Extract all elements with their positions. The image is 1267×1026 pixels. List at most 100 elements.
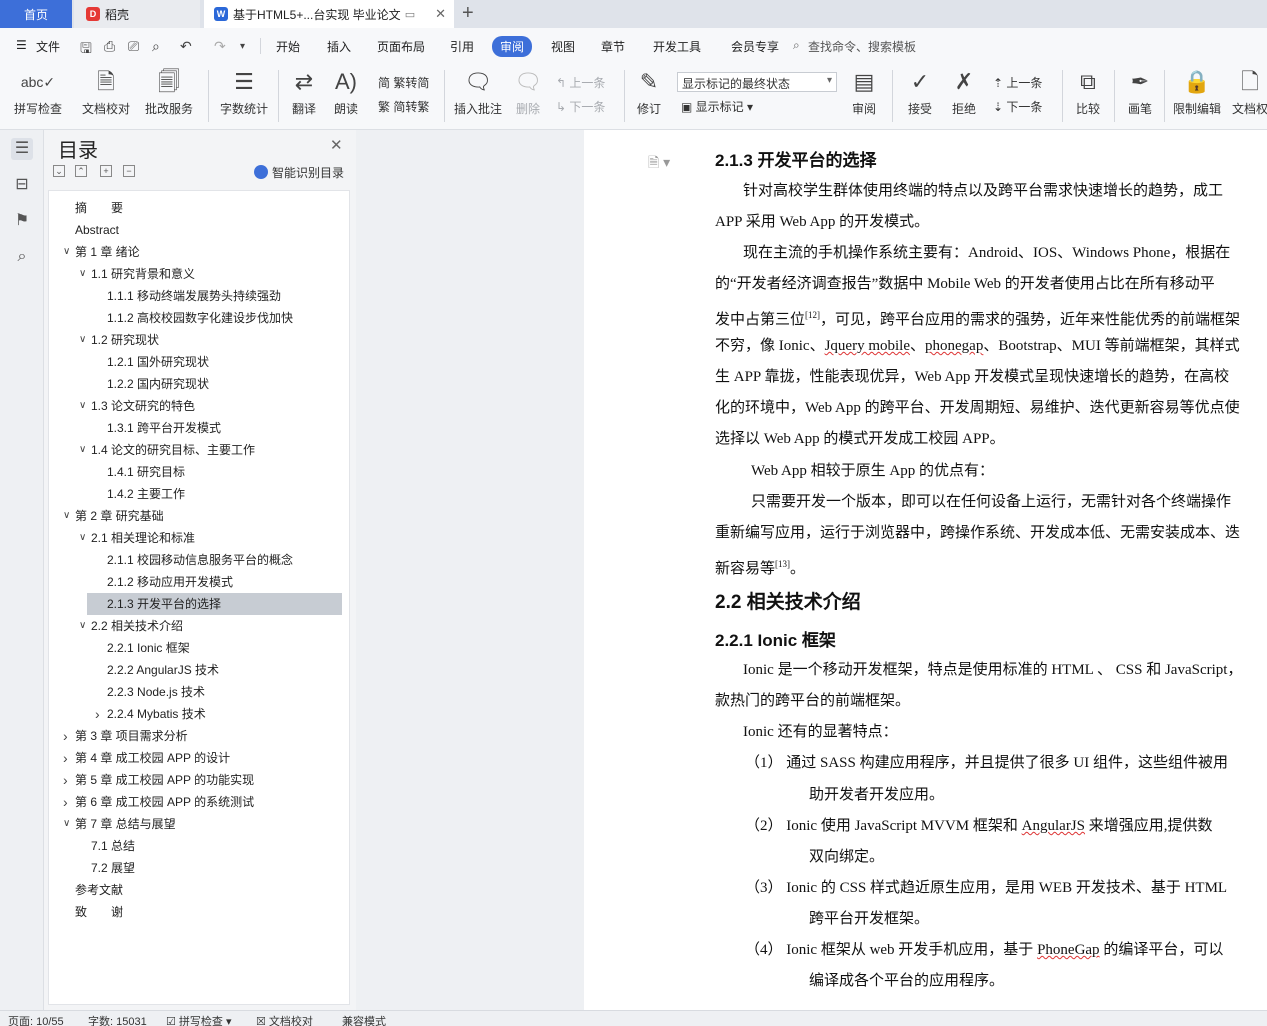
- tab-document[interactable]: W 基于HTML5+...台实现 毕业论文 ▭ ✕: [204, 0, 454, 28]
- translate-button[interactable]: ⇄ 翻译: [286, 68, 322, 117]
- toc-item[interactable]: ∨ 1.3 论文研究的特色: [49, 395, 349, 417]
- toc-item[interactable]: Abstract: [49, 219, 349, 241]
- toc-item[interactable]: 致 谢: [49, 901, 349, 923]
- bookmark-icon[interactable]: ⚑: [11, 210, 33, 232]
- toc-item[interactable]: ∨ 第 2 章 研究基础: [49, 505, 349, 527]
- chevron-down-icon[interactable]: ∨: [63, 813, 70, 835]
- toc-item[interactable]: › 第 6 章 成工校园 APP 的系统测试: [49, 791, 349, 813]
- trad-to-simp-button[interactable]: 简 繁转简: [378, 74, 429, 91]
- chevron-down-icon[interactable]: ∨: [79, 329, 86, 351]
- collapse-all-icon[interactable]: ⌄: [53, 165, 65, 177]
- insert-comment-button[interactable]: 🗨 插入批注: [452, 68, 504, 117]
- remove-level-icon[interactable]: −: [123, 165, 135, 177]
- add-level-icon[interactable]: +: [100, 165, 112, 177]
- toc-item[interactable]: 参考文献: [49, 879, 349, 901]
- chapter-icon[interactable]: ⊟: [11, 174, 33, 196]
- menu-dev-tools[interactable]: 开发工具: [653, 38, 701, 55]
- pen-button[interactable]: ✒ 画笔: [1122, 68, 1158, 117]
- compare-button[interactable]: ⧉ 比较: [1068, 68, 1108, 117]
- chevron-right-icon[interactable]: ›: [63, 747, 68, 769]
- tab-home[interactable]: 首页: [0, 0, 72, 28]
- toc-item[interactable]: ∨ 2.2 相关技术介绍: [49, 615, 349, 637]
- chevron-down-icon[interactable]: ∨: [63, 241, 70, 263]
- page-indicator[interactable]: 页面: 10/55: [8, 1013, 64, 1026]
- doc-permission-button[interactable]: 🗋 文档权: [1230, 68, 1267, 117]
- chevron-right-icon[interactable]: ›: [63, 791, 68, 813]
- toc-item[interactable]: ∨ 1.1 研究背景和意义: [49, 263, 349, 285]
- prev-comment-button[interactable]: ↰ 上一条: [556, 74, 605, 91]
- menu-start[interactable]: 开始: [276, 38, 300, 55]
- save-icon[interactable]: 🖫: [80, 38, 92, 62]
- close-icon[interactable]: ✕: [435, 6, 446, 22]
- expand-up-icon[interactable]: ⌃: [75, 165, 87, 177]
- toc-item[interactable]: 7.2 展望: [49, 857, 349, 879]
- toc-item[interactable]: › 第 4 章 成工校园 APP 的设计: [49, 747, 349, 769]
- reject-button[interactable]: ✗ 拒绝: [944, 68, 984, 117]
- toc-icon[interactable]: ☰: [11, 138, 33, 160]
- toc-item[interactable]: › 第 5 章 成工校园 APP 的功能实现: [49, 769, 349, 791]
- export-icon[interactable]: ⎙: [104, 38, 115, 55]
- close-icon[interactable]: ✕: [330, 136, 343, 154]
- word-count-button[interactable]: ☰ 字数统计: [218, 68, 270, 117]
- toc-item[interactable]: ∨ 1.4 论文的研究目标、主要工作: [49, 439, 349, 461]
- chevron-down-icon[interactable]: ∨: [79, 263, 86, 285]
- smart-toc-button[interactable]: 智能识别目录: [254, 164, 344, 181]
- toc-item[interactable]: 1.3.1 跨平台开发模式: [49, 417, 349, 439]
- print-icon[interactable]: ⎚: [128, 38, 139, 55]
- toc-item[interactable]: 1.1.1 移动终端发展势头持续强劲: [49, 285, 349, 307]
- toc-item[interactable]: 2.2.3 Node.js 技术: [49, 681, 349, 703]
- restrict-edit-button[interactable]: 🔒 限制编辑: [1170, 68, 1224, 117]
- menu-reference[interactable]: 引用: [450, 38, 474, 55]
- proof-toggle[interactable]: ☒ 文档校对: [256, 1013, 313, 1026]
- menu-insert[interactable]: 插入: [327, 38, 351, 55]
- page-options-icon[interactable]: 🗎 ▾: [648, 152, 670, 176]
- document-page[interactable]: 🗎 ▾ 2.1.3 开发平台的选择 针对高校学生群体使用终端的特点以及跨平台需求…: [584, 130, 1267, 1010]
- command-search[interactable]: 查找命令、搜索模板: [808, 38, 916, 55]
- toc-item[interactable]: 7.1 总结: [49, 835, 349, 857]
- new-tab-icon[interactable]: +: [462, 2, 474, 25]
- doc-check-button[interactable]: 🗎 文档校对: [80, 68, 132, 117]
- review-pane-button[interactable]: ▤ 审阅: [844, 68, 884, 117]
- toc-item[interactable]: 2.1.2 移动应用开发模式: [49, 571, 349, 593]
- hamburger-icon[interactable]: ☰: [16, 38, 27, 52]
- tab-daoke[interactable]: D 稻壳: [74, 0, 200, 28]
- chevron-down-icon[interactable]: ∨: [63, 505, 70, 527]
- read-aloud-button[interactable]: A) 朗读: [330, 68, 362, 117]
- show-markup-button[interactable]: ▣ 显示标记 ▾: [681, 98, 753, 115]
- markup-state-select[interactable]: 显示标记的最终状态: [677, 72, 837, 92]
- toc-item[interactable]: 2.2.1 Ionic 框架: [49, 637, 349, 659]
- toc-item[interactable]: ∨ 第 1 章 绪论: [49, 241, 349, 263]
- menu-view[interactable]: 视图: [551, 38, 575, 55]
- toc-item[interactable]: 2.1.1 校园移动信息服务平台的概念: [49, 549, 349, 571]
- chevron-right-icon[interactable]: ›: [63, 769, 68, 791]
- menu-file[interactable]: 文件: [36, 38, 60, 55]
- toc-item[interactable]: 1.1.2 高校校园数字化建设步伐加快: [49, 307, 349, 329]
- toc-item[interactable]: 1.2.1 国外研究现状: [49, 351, 349, 373]
- menu-page-layout[interactable]: 页面布局: [377, 38, 425, 55]
- search-icon[interactable]: ⌕: [11, 246, 33, 268]
- chevron-down-icon[interactable]: ∨: [79, 395, 86, 417]
- annotate-service-button[interactable]: 🗐 批改服务: [140, 68, 198, 117]
- redo-icon[interactable]: ↷: [214, 38, 226, 55]
- menu-member[interactable]: 会员专享: [731, 38, 779, 55]
- menu-review[interactable]: 审阅: [492, 36, 533, 57]
- chevron-down-icon[interactable]: ▾: [240, 41, 245, 52]
- toc-item[interactable]: › 2.2.4 Mybatis 技术: [49, 703, 349, 725]
- word-count-indicator[interactable]: 字数: 15031: [88, 1013, 147, 1026]
- chevron-down-icon[interactable]: ∨: [79, 439, 86, 461]
- toc-item-selected[interactable]: 2.1.3 开发平台的选择: [49, 593, 349, 615]
- toc-item[interactable]: ∨ 2.1 相关理论和标准: [49, 527, 349, 549]
- toc-item[interactable]: 2.2.2 AngularJS 技术: [49, 659, 349, 681]
- spell-check-toggle[interactable]: ☑ 拼写检查 ▾: [166, 1013, 232, 1026]
- chevron-right-icon[interactable]: ›: [63, 725, 68, 747]
- toc-item[interactable]: 摘 要: [49, 197, 349, 219]
- simp-to-trad-button[interactable]: 繁 简转繁: [378, 98, 429, 115]
- chevron-down-icon[interactable]: ∨: [79, 527, 86, 549]
- delete-comment-button[interactable]: 🗨 删除: [510, 68, 546, 117]
- toc-item[interactable]: ∨ 第 7 章 总结与展望: [49, 813, 349, 835]
- preview-icon[interactable]: ⌕: [152, 38, 160, 55]
- prev-revision-button[interactable]: ⇡ 上一条: [993, 74, 1042, 91]
- revise-button[interactable]: ✎ 修订: [630, 68, 668, 117]
- next-revision-button[interactable]: ⇣ 下一条: [993, 98, 1042, 115]
- search-icon[interactable]: ⌕: [793, 38, 800, 53]
